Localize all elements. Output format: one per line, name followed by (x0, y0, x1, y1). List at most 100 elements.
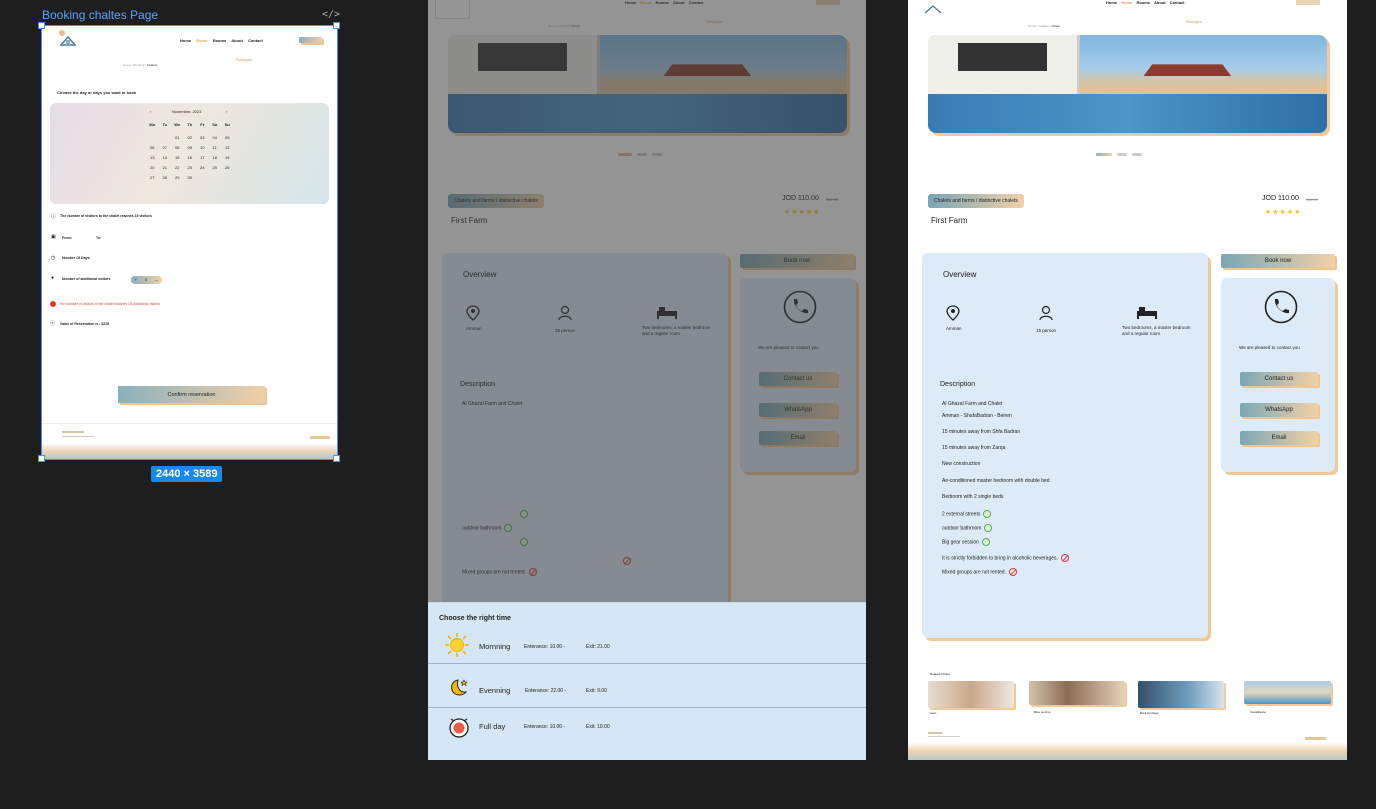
hero-image (928, 35, 1327, 133)
calendar-day[interactable]: 28 (159, 175, 172, 180)
book-now-button[interactable]: Book now (1221, 254, 1335, 268)
calendar-day[interactable]: 24 (196, 165, 209, 170)
footer-button[interactable] (1305, 737, 1326, 740)
calendar-day[interactable]: 02 (184, 135, 197, 140)
footer-logo (928, 732, 942, 734)
calendar-day[interactable]: 30 (184, 175, 197, 180)
days-label: Number Of Days: (62, 256, 91, 260)
header-action-button[interactable] (1296, 0, 1320, 5)
logo-icon[interactable] (922, 0, 944, 14)
chalet-frame[interactable]: Home Room Rooms About Contact Rosegen Home /… (908, 0, 1347, 760)
selection-handle[interactable] (38, 455, 45, 462)
calendar-day[interactable]: 14 (159, 155, 172, 160)
nav-rooms[interactable]: Rooms (213, 38, 227, 43)
related-chalet-name[interactable]: Casablanca (1250, 710, 1266, 714)
description-line: 15 minutes away from Zarqa (942, 445, 1006, 451)
calendar-prev[interactable]: ‹ (150, 109, 151, 114)
calendar-day[interactable]: 27 (146, 175, 159, 180)
calendar-day[interactable]: 08 (171, 145, 184, 150)
nav-about[interactable]: About (231, 38, 243, 43)
calendar-next[interactable]: › (226, 109, 227, 114)
clock-icon: ◷ (51, 255, 56, 261)
nav-contact[interactable]: Contact (1170, 0, 1185, 5)
time-option-morning[interactable]: Mornning Enterance: 10.00 - Exit: 21.00 (428, 631, 866, 662)
time-option-evening[interactable]: Evenning Enterance: 22.00 - Exit: 9.00 (428, 673, 866, 704)
email-button[interactable]: Email (1240, 431, 1318, 445)
carousel-dots[interactable] (1096, 143, 1147, 161)
selection-handle[interactable] (333, 455, 340, 462)
stepper-minus[interactable]: — (155, 278, 159, 282)
selection-handle[interactable] (38, 22, 45, 29)
calendar-day[interactable]: 07 (159, 145, 172, 150)
related-chalet-name[interactable]: Bora Heritage (1140, 711, 1159, 715)
related-chalet-card[interactable] (928, 681, 1014, 708)
modal-overlay[interactable] (428, 0, 866, 603)
header-action-button[interactable] (299, 37, 322, 43)
footer-button[interactable] (310, 436, 330, 439)
frame-title[interactable]: Booking chaltes Page (42, 8, 158, 22)
calendar-day[interactable]: 19 (221, 155, 234, 160)
visitors-stepper[interactable]: + 0 — (131, 276, 162, 284)
calendar-day[interactable]: 16 (184, 155, 197, 160)
check-icon (981, 538, 990, 546)
chalet-frame-with-modal[interactable]: HomeRoomRoomsAboutContact Rosegen Home /… (428, 0, 866, 760)
code-view-icon[interactable]: </> (322, 9, 340, 20)
contact-us-button[interactable]: Contact us (1240, 372, 1318, 386)
nav-room[interactable]: Room (1121, 0, 1132, 5)
breadcrumb-chalets[interactable]: Chalets (1039, 24, 1049, 28)
person-icon: ● (51, 275, 55, 281)
person-icon (1039, 305, 1053, 326)
calendar-day (209, 175, 222, 180)
calendar-day[interactable]: 04 (209, 135, 222, 140)
nav-rooms[interactable]: Rooms (1136, 0, 1150, 5)
calendar-day[interactable]: 01 (171, 135, 184, 140)
calendar-day[interactable]: 13 (146, 155, 159, 160)
calendar-day[interactable]: 12 (221, 145, 234, 150)
calendar-day[interactable]: 26 (221, 165, 234, 170)
calendar-day[interactable]: 29 (171, 175, 184, 180)
calendar-day[interactable]: 10 (196, 145, 209, 150)
calendar-weekday: Fr (200, 122, 205, 127)
time-option-full-day[interactable]: Full day Enterance: 10.00 - Exit: 10.00 (428, 713, 866, 744)
reservation-value: Value of Reservation is : $225 (60, 322, 110, 326)
calendar-day[interactable]: 06 (146, 145, 159, 150)
related-chalet-card[interactable] (1138, 681, 1224, 708)
calendar-day[interactable]: 21 (159, 165, 172, 170)
contact-text: We are pleased to contact you (1239, 345, 1300, 350)
calendar-day[interactable]: 20 (146, 165, 159, 170)
whatsapp-button[interactable]: WhatsApp (1240, 403, 1318, 417)
confirm-reservation-button[interactable]: Confirm reservation (118, 386, 265, 403)
nav-room[interactable]: Room (196, 38, 207, 43)
breadcrumb-home[interactable]: Home (123, 63, 131, 67)
calendar-day[interactable]: 22 (171, 165, 184, 170)
calendar-day[interactable]: 11 (209, 145, 222, 150)
calendar-days: 01 02 03 04 05 06 07 08 09 10 11 12 13 14 15 16 17 18 19 20… (146, 135, 234, 180)
entrance-time: Enterance: 10.00 - (524, 644, 566, 650)
booking-frame[interactable]: Home Room Rooms About Contact Rosegen Ho… (41, 25, 338, 460)
time-option-name: Evenning (479, 686, 511, 695)
nav-home[interactable]: Home (1106, 0, 1117, 5)
calendar-day[interactable]: 03 (196, 135, 209, 140)
breadcrumb-home[interactable]: Home (1028, 24, 1036, 28)
calendar-day[interactable]: 09 (184, 145, 197, 150)
calendar-day[interactable]: 05 (221, 135, 234, 140)
selection-handle[interactable] (333, 22, 340, 29)
logo-icon[interactable] (58, 30, 78, 46)
breadcrumb-current: Chalet (1051, 24, 1060, 28)
related-chalet-name[interactable]: Blue sunrise (1034, 710, 1051, 714)
calendar-day[interactable]: 25 (209, 165, 222, 170)
calendar-day[interactable]: 15 (171, 155, 184, 160)
breadcrumb-booking[interactable]: Booking (134, 63, 145, 67)
related-chalet-card[interactable] (1244, 681, 1331, 704)
nav-about[interactable]: About (1154, 0, 1166, 5)
calendar-day[interactable]: 23 (184, 165, 197, 170)
calendar-day[interactable]: 18 (209, 155, 222, 160)
stepper-plus[interactable]: + (135, 278, 137, 282)
calendar-day[interactable]: 17 (196, 155, 209, 160)
related-chalet-name[interactable]: Aero .. (930, 711, 939, 715)
stepper-value: 0 (144, 278, 147, 282)
category-tag[interactable]: Chalets and farms / distinctive chalets (928, 194, 1024, 208)
related-chalet-card[interactable] (1029, 681, 1125, 705)
nav-contact[interactable]: Contact (248, 38, 263, 43)
nav-home[interactable]: Home (180, 38, 191, 43)
